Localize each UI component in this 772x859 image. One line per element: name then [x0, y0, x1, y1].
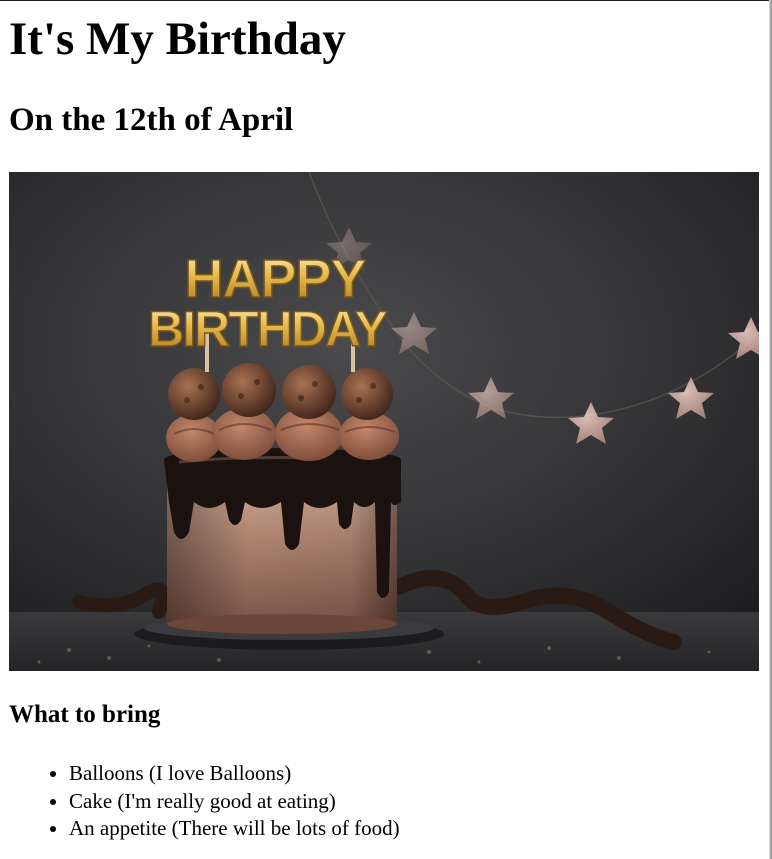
- list-item: Balloons (I love Balloons): [69, 760, 400, 788]
- list-item: Cake (I'm really good at eating): [69, 788, 400, 816]
- list-item: An appetite (There will be lots of food): [69, 815, 400, 843]
- bring-list: Balloons (I love Balloons) Cake (I'm rea…: [30, 760, 400, 843]
- birthday-cake-image: HAPPY BIRTHDAY: [9, 172, 759, 671]
- top-border: [0, 0, 772, 1]
- topper-birthday-text: BIRTHDAY: [148, 301, 387, 357]
- page-title: It's My Birthday: [9, 13, 346, 65]
- page-subtitle: On the 12th of April: [9, 102, 294, 138]
- birthday-cake-illustration: HAPPY BIRTHDAY: [9, 172, 759, 671]
- topper-happy-text: HAPPY: [184, 249, 366, 309]
- what-to-bring-heading: What to bring: [9, 701, 161, 728]
